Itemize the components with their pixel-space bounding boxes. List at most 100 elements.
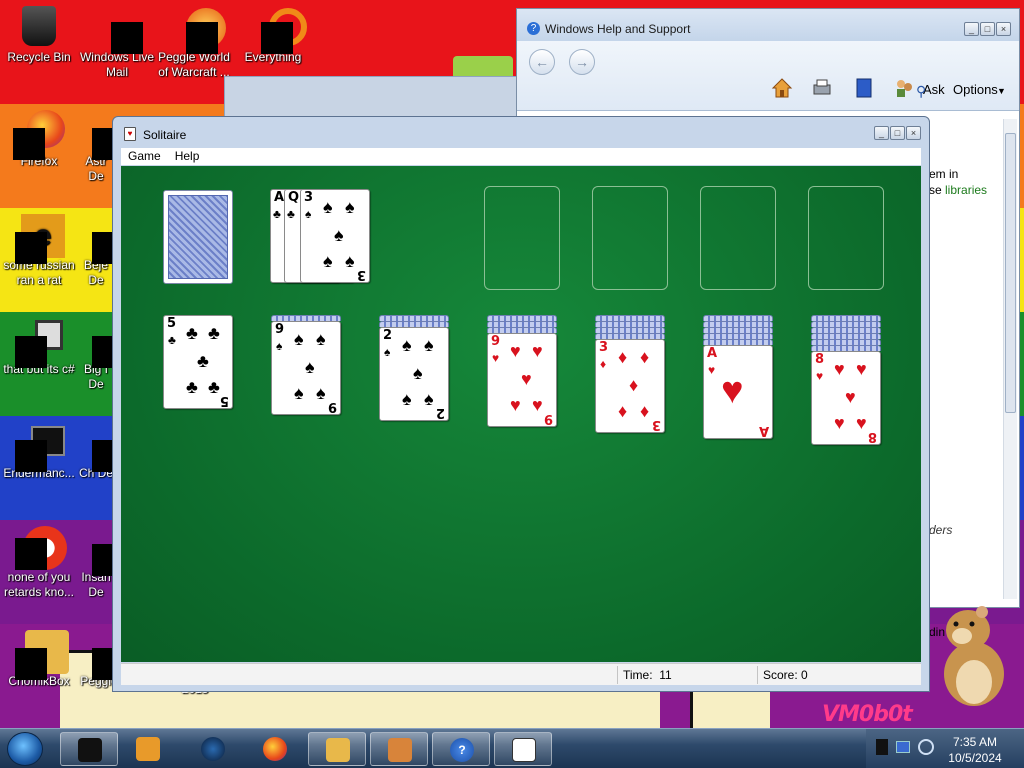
card-pip: ♥: [856, 359, 867, 379]
options-button[interactable]: Options: [953, 82, 998, 97]
card-suit-pip: ♠: [384, 345, 391, 359]
foundation-slot[interactable]: [808, 186, 884, 290]
foundation-slot[interactable]: [700, 186, 776, 290]
card-pip: ♠: [294, 383, 304, 403]
desktop-icon-recycle-bin[interactable]: Recycle Bin: [0, 6, 78, 65]
score-label: Score:: [763, 668, 798, 682]
desktop-icon-some-russian[interactable]: e some russian ran a rat: [0, 214, 78, 288]
menu-game[interactable]: Game: [121, 148, 168, 165]
desktop-icon-label: Windows Live Mail: [79, 50, 155, 79]
task-globe[interactable]: [184, 732, 242, 766]
desktop-icon-bejeweled[interactable]: Beje De: [78, 214, 114, 288]
playing-card[interactable]: 3 ♦ ♦ ♦ ♦ ♦ ♦ 3: [595, 339, 665, 433]
card-pip: ♦: [629, 375, 639, 395]
help-scrollbar[interactable]: [1003, 119, 1017, 599]
ask-people-icon[interactable]: [893, 77, 915, 99]
card-pip: ♠: [413, 363, 423, 383]
card-pip: ♠: [345, 251, 355, 271]
tray-icon-1[interactable]: [876, 739, 888, 755]
round-app-icon: [15, 526, 67, 570]
desktop-icon-peggle-wow[interactable]: Peggle World of Warcraft ...: [155, 6, 233, 80]
card-rank: A: [274, 190, 285, 205]
home-icon[interactable]: [771, 77, 793, 99]
clock-time[interactable]: 7:35 AM: [940, 735, 1010, 749]
time-value: 11: [659, 668, 672, 682]
desktop-icon-firefox[interactable]: Firefox: [0, 110, 78, 169]
desktop-icon-that-but-csharp[interactable]: that but its c#: [0, 318, 78, 377]
menu-help[interactable]: Help: [168, 148, 207, 165]
task-home[interactable]: [370, 732, 428, 766]
solitaire-titlebar[interactable]: ♥ Solitaire _ □ ×: [113, 117, 929, 149]
search-icon[interactable]: ⚲: [916, 83, 926, 100]
card-rank: 5: [167, 316, 177, 331]
close-button[interactable]: ×: [906, 126, 921, 140]
desktop-icon-astro[interactable]: Astr De: [78, 110, 114, 184]
network-icon[interactable]: [896, 741, 910, 753]
desktop-icon-label: Recycle Bin: [7, 50, 71, 64]
maximize-button[interactable]: □: [980, 22, 995, 36]
browse-help-icon[interactable]: [853, 77, 875, 99]
print-icon[interactable]: [811, 77, 833, 99]
libraries-link[interactable]: libraries: [945, 183, 987, 197]
card-pip: ♠: [345, 197, 355, 217]
black-box-icon: [78, 738, 102, 762]
task-media[interactable]: [119, 732, 177, 766]
forward-arrow-icon[interactable]: →: [569, 49, 595, 75]
task-solitaire[interactable]: [494, 732, 552, 766]
minimize-button[interactable]: _: [874, 126, 889, 140]
help-titlebar[interactable]: ? Windows Help and Support _ □ ×: [517, 9, 1019, 41]
playing-card[interactable]: 3 ♠ ♠ ♠ ♠ ♠ ♠ 3: [300, 189, 370, 283]
volume-icon[interactable]: [918, 739, 934, 755]
card-pip: ♥: [532, 341, 543, 361]
status-score: Score: 0: [763, 668, 808, 682]
desktop-icon-big[interactable]: Big I De: [78, 318, 114, 392]
desktop-icon-none-of-you[interactable]: none of you retards kno...: [0, 526, 78, 600]
card-pip: ♦: [640, 347, 650, 367]
firefox-icon: [13, 110, 65, 160]
card-rank: 3: [304, 190, 314, 205]
card-rank-corner: 8: [867, 429, 877, 444]
ie-shortcut-icon: e: [15, 214, 65, 264]
card-pip: ♠: [424, 335, 434, 355]
playing-card[interactable]: 5 ♣ ♣ ♣ ♣ ♣ ♣ 5: [163, 315, 233, 409]
desktop-icon-chuzzle[interactable]: Ch De: [78, 422, 114, 481]
help-scrollbar-thumb[interactable]: [1005, 133, 1016, 413]
playing-card[interactable]: A ♥ ♥ A: [703, 345, 773, 439]
playing-card[interactable]: 8 ♥ ♥ ♥ ♥ ♥ ♥ 8: [811, 351, 881, 445]
help-toolbar: ← → Ask Options ▼: [517, 41, 1019, 111]
card-pip: ♥: [510, 395, 521, 415]
desktop-icon-insaniquarium[interactable]: Insan De: [78, 526, 114, 600]
card-rank: 2: [383, 328, 393, 343]
foundation-slot[interactable]: [592, 186, 668, 290]
card-rank-corner: 3: [651, 417, 661, 432]
card-pip: ♦: [618, 401, 628, 421]
stock-pile[interactable]: [163, 190, 233, 284]
task-firefox[interactable]: [246, 732, 304, 766]
desktop-icon-endermanch[interactable]: Endermanc...: [0, 422, 78, 481]
card-pip: ♣: [186, 323, 198, 343]
desktop-icon-chomikbox[interactable]: ChomikBox: [0, 630, 78, 689]
score-value: 0: [801, 668, 808, 682]
maximize-button[interactable]: □: [890, 126, 905, 140]
background-window-tab[interactable]: [453, 56, 513, 78]
solitaire-menubar: Game Help: [121, 148, 921, 165]
task-black-box[interactable]: [60, 732, 118, 766]
playing-card[interactable]: 9 ♠ ♠ ♠ ♠ ♠ ♠ 9: [271, 321, 341, 415]
task-help[interactable]: ?: [432, 732, 490, 766]
windows-start-icon[interactable]: [7, 732, 43, 766]
back-arrow-icon[interactable]: ←: [529, 49, 555, 75]
close-button[interactable]: ×: [996, 22, 1011, 36]
desktop-icon-windows-live-mail[interactable]: Windows Live Mail: [78, 6, 156, 80]
minimize-button[interactable]: _: [964, 22, 979, 36]
desktop-icon-everything[interactable]: Everything: [234, 6, 312, 65]
help-body-text: em in: [929, 167, 959, 181]
card-rank: A: [707, 346, 718, 361]
clock-date[interactable]: 10/5/2024: [940, 751, 1010, 765]
foundation-slot[interactable]: [484, 186, 560, 290]
task-chomikbox[interactable]: [308, 732, 366, 766]
playing-card[interactable]: 9 ♥ ♥ ♥ ♥ ♥ ♥ 9: [487, 333, 557, 427]
card-pip: ♠: [305, 357, 315, 377]
big-game-icon: [92, 318, 114, 368]
playing-card[interactable]: 2 ♠ ♠ ♠ ♠ ♠ ♠ 2: [379, 327, 449, 421]
options-chevron-icon[interactable]: ▼: [997, 86, 1006, 96]
